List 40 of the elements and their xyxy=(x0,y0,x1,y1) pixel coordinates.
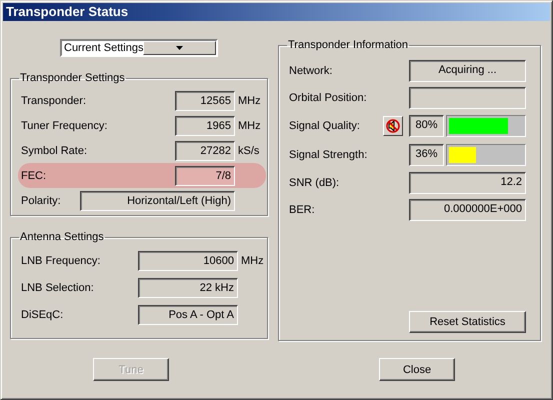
meter-reading: 80% xyxy=(409,114,444,136)
group-title: Antenna Settings xyxy=(19,231,105,243)
field-label: Symbol Rate: xyxy=(21,144,88,156)
field-label: FEC: xyxy=(21,170,48,182)
muted-speaker-icon xyxy=(385,118,401,134)
value-field: 0.000000E+000 xyxy=(409,198,526,220)
field-label: Orbital Position: xyxy=(289,92,368,104)
value-field: Acquiring ... xyxy=(409,60,526,82)
group-title: Transponder Settings xyxy=(19,72,126,84)
field-label: Network: xyxy=(289,64,334,76)
field-label: SNR (dB): xyxy=(289,176,340,188)
field-label: DiSEqC: xyxy=(21,308,64,320)
value-field: 10600 xyxy=(138,250,238,270)
unit-label: MHz xyxy=(237,120,262,132)
mute-button[interactable] xyxy=(383,116,403,136)
window-title: Transponder Status xyxy=(3,3,550,21)
value-field: 12.2 xyxy=(409,172,526,194)
field-label: Tuner Frequency: xyxy=(21,120,108,132)
unit-label: MHz xyxy=(240,254,263,266)
value-field: Pos A - Opt A xyxy=(138,304,238,324)
dialog-button[interactable]: Close xyxy=(379,358,455,381)
field-label: Polarity: xyxy=(21,194,62,206)
value-field: 1965 xyxy=(175,116,235,136)
value-field: 22 kHz xyxy=(138,278,238,298)
value-field: 27282 xyxy=(175,140,235,160)
field-label: Signal Strength: xyxy=(289,148,368,160)
field-label: BER: xyxy=(289,204,316,216)
field-label: Transponder: xyxy=(21,94,88,106)
value-field: Horizontal/Left (High) xyxy=(80,190,235,210)
group-title: Transponder Information xyxy=(287,39,410,51)
reset-statistics-button[interactable]: Reset Statistics xyxy=(409,311,526,333)
unit-label: MHz xyxy=(237,94,262,106)
settings-dropdown[interactable]: Current Settings xyxy=(60,39,218,57)
field-label: LNB Selection: xyxy=(21,282,95,294)
meter-reading: 36% xyxy=(409,144,444,166)
field-label: Signal Quality: xyxy=(289,120,361,132)
value-field: 7/8 xyxy=(175,166,235,186)
field-label: LNB Frequency: xyxy=(21,254,102,266)
unit-label: kS/s xyxy=(237,144,260,156)
value-field: 12565 xyxy=(175,90,235,110)
